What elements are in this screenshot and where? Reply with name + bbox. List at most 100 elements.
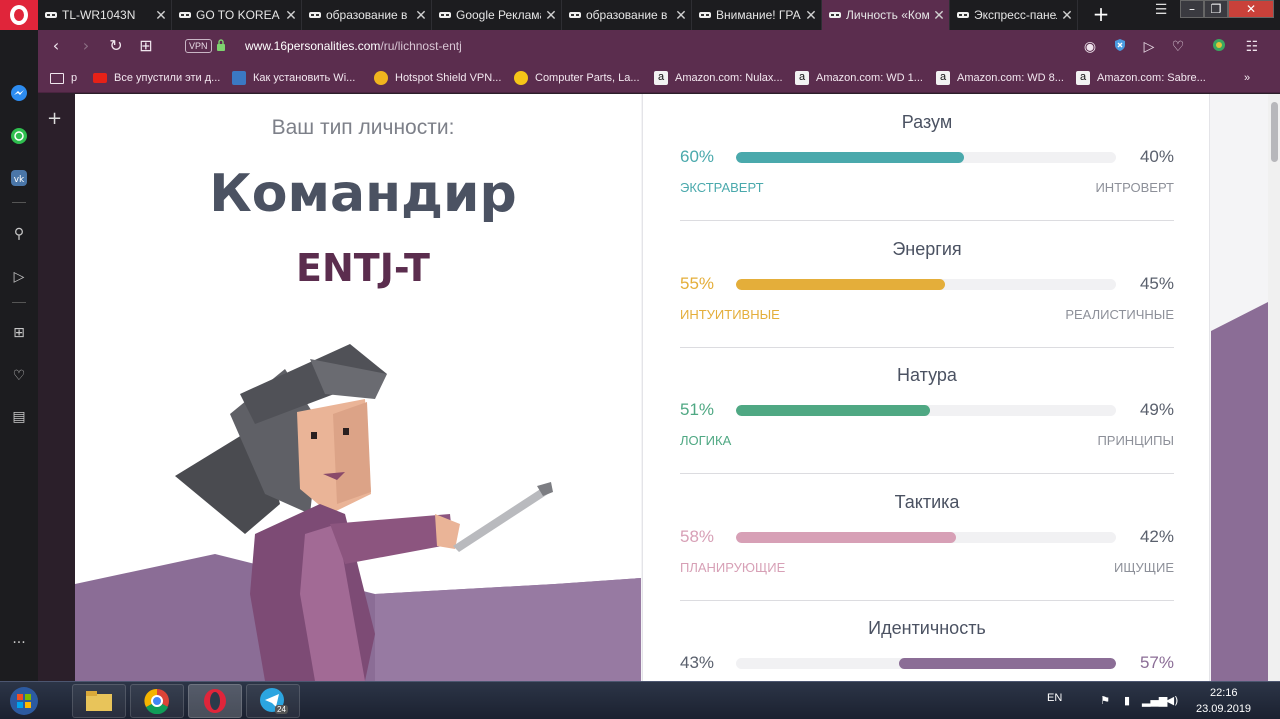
bookmark-item[interactable]: р (50, 69, 77, 87)
bookmark-item[interactable]: Все упустили эти д... (93, 69, 220, 87)
browser-tab[interactable]: Экспресс-панел ✕ (950, 0, 1078, 30)
opera-icon (204, 689, 226, 713)
bookmark-item[interactable]: Hotspot Shield VPN... (374, 69, 501, 87)
side-panel: + (38, 94, 75, 681)
camera-icon[interactable]: ◉ (1081, 38, 1099, 56)
folder-icon (86, 691, 112, 711)
chrome-taskbar-button[interactable] (130, 684, 184, 718)
more-bookmarks-icon[interactable]: » (1244, 69, 1250, 87)
trait-block: Энергия 55% 45% ИНТУИТИВНЫЕ РЕАЛИСТИЧНЫЕ (680, 221, 1174, 348)
reload-button[interactable]: ↻ (106, 36, 126, 56)
opera-menu-button[interactable] (0, 0, 38, 30)
browser-tab[interactable]: Личность «Ком ✕ (822, 0, 950, 30)
speed-dial-icon[interactable]: ⊞ (8, 322, 30, 344)
close-tab-icon[interactable]: ✕ (151, 7, 171, 24)
network-icon[interactable]: ▂▄▆ (1142, 694, 1167, 708)
tab-menu-icon[interactable]: ☰ (1150, 0, 1172, 22)
vpn-badge[interactable]: VPN (185, 39, 212, 53)
trait-right-label: ИЩУЩИЕ (1114, 559, 1174, 575)
vk-icon[interactable]: vk (8, 167, 30, 189)
whatsapp-icon[interactable] (8, 125, 30, 147)
personality-type-name: Командир (209, 164, 517, 224)
page-content: Ваш тип личности: Командир ENTJ-T Разум 6… (75, 94, 1268, 681)
opera-logo-icon (10, 5, 28, 25)
scroll-thumb[interactable] (1271, 102, 1278, 162)
site-favicon-icon (829, 12, 841, 18)
bookmark-item[interactable]: a Amazon.com: Nulax... (654, 69, 783, 87)
bookmark-item[interactable]: Computer Parts, La... (514, 69, 640, 87)
trait-left-percent: 43% (680, 653, 715, 672)
trait-left-label: ПЛАНИРУЮЩИЕ (680, 559, 786, 575)
trait-bar (736, 405, 1116, 416)
browser-tab[interactable]: Google Реклама ✕ (432, 0, 562, 30)
close-tab-icon[interactable]: ✕ (541, 7, 561, 24)
lock-icon[interactable] (216, 39, 226, 51)
close-tab-icon[interactable]: ✕ (281, 7, 301, 24)
bookmark-item[interactable]: a Amazon.com: WD 1... (795, 69, 923, 87)
more-icon[interactable]: ··· (8, 632, 30, 654)
windows-taskbar: 24 EN ⚑ ▮ ▂▄▆ ◀) 22:16 23.09.2019 (0, 681, 1280, 719)
bookmarks-heart-icon[interactable]: ♡ (8, 365, 30, 387)
trait-bar (736, 152, 1116, 163)
add-panel-icon[interactable]: + (47, 108, 62, 129)
trait-right-percent: 45% (1139, 273, 1174, 293)
site-favicon-icon (699, 12, 711, 18)
search-icon[interactable]: ⚲ (8, 223, 30, 245)
explorer-taskbar-button[interactable] (72, 684, 126, 718)
close-tab-icon[interactable]: ✕ (411, 7, 431, 24)
heart-icon[interactable]: ♡ (1169, 38, 1187, 56)
bookmark-item[interactable]: a Amazon.com: WD 8... (936, 69, 1064, 87)
close-tab-icon[interactable]: ✕ (929, 7, 949, 24)
trait-name: Энергия (892, 238, 962, 259)
opera-taskbar-button[interactable] (188, 684, 242, 718)
trait-right-percent: 40% (1139, 147, 1174, 166)
close-tab-icon[interactable]: ✕ (1057, 7, 1077, 24)
trait-left-label: ЭКСТРАВЕРТ (680, 180, 764, 195)
clock-time[interactable]: 22:16 (1210, 687, 1238, 699)
new-tab-button[interactable]: + (1090, 0, 1112, 30)
back-button[interactable]: ‹ (46, 36, 66, 56)
language-indicator[interactable]: EN (1047, 692, 1062, 704)
bookmark-item[interactable]: Как установить Wi... (232, 69, 355, 87)
browser-tab[interactable]: GO TO KOREA S ✕ (172, 0, 302, 30)
site-favicon-icon (439, 12, 451, 18)
settings-sliders-icon[interactable]: ☷ (1243, 38, 1261, 56)
maximize-button[interactable]: ❐ (1204, 0, 1228, 18)
trait-right-percent: 42% (1139, 526, 1174, 546)
close-tab-icon[interactable]: ✕ (801, 7, 821, 24)
news-icon[interactable]: ▤ (8, 406, 30, 428)
trait-left-label: ЛОГИКА (680, 433, 732, 448)
browser-tab[interactable]: Внимание! ГРА ✕ (692, 0, 822, 30)
speed-dial-icon[interactable]: ⊞ (136, 36, 156, 56)
trait-bar-fill (736, 531, 956, 543)
clock-date[interactable]: 23.09.2019 (1196, 703, 1251, 715)
bookmark-label: Computer Parts, La... (535, 72, 640, 84)
bookmark-label: Все упустили эти д... (114, 72, 221, 84)
start-button[interactable] (4, 684, 44, 718)
bookmark-item[interactable]: a Amazon.com: Sabre... (1076, 69, 1206, 87)
close-window-button[interactable]: ✕ (1228, 0, 1274, 18)
tab-title: Экспресс-панел (974, 8, 1057, 22)
url-field[interactable]: www.16personalities.com/ru/lichnost-entj (245, 39, 462, 53)
close-tab-icon[interactable]: ✕ (671, 7, 691, 24)
hero-section: Ваш тип личности: Командир ENTJ-T (75, 94, 641, 681)
power-icon[interactable]: ▮ (1120, 694, 1134, 708)
amazon-icon: a (1076, 71, 1090, 85)
browser-tab[interactable]: TL-WR1043N ✕ (38, 0, 172, 30)
volume-icon[interactable]: ◀) (1165, 694, 1179, 708)
page-scrollbar[interactable] (1268, 94, 1280, 681)
trait-bar (736, 658, 1116, 669)
extension-icon[interactable] (1210, 38, 1228, 56)
trait-left-percent: 51% (680, 400, 715, 419)
adblock-icon[interactable] (1111, 38, 1129, 56)
browser-tab[interactable]: образование в ✕ (562, 0, 692, 30)
telegram-taskbar-button[interactable]: 24 (246, 684, 300, 718)
flow-icon[interactable]: ▷ (8, 266, 30, 288)
flag-icon[interactable]: ⚑ (1098, 694, 1112, 708)
amazon-icon: a (795, 71, 809, 85)
messenger-icon[interactable] (8, 82, 30, 104)
send-icon[interactable]: ▷ (1140, 38, 1158, 56)
browser-tab[interactable]: образование в ✕ (302, 0, 432, 30)
minimize-button[interactable]: – (1180, 0, 1204, 18)
forward-button[interactable]: › (76, 36, 96, 56)
